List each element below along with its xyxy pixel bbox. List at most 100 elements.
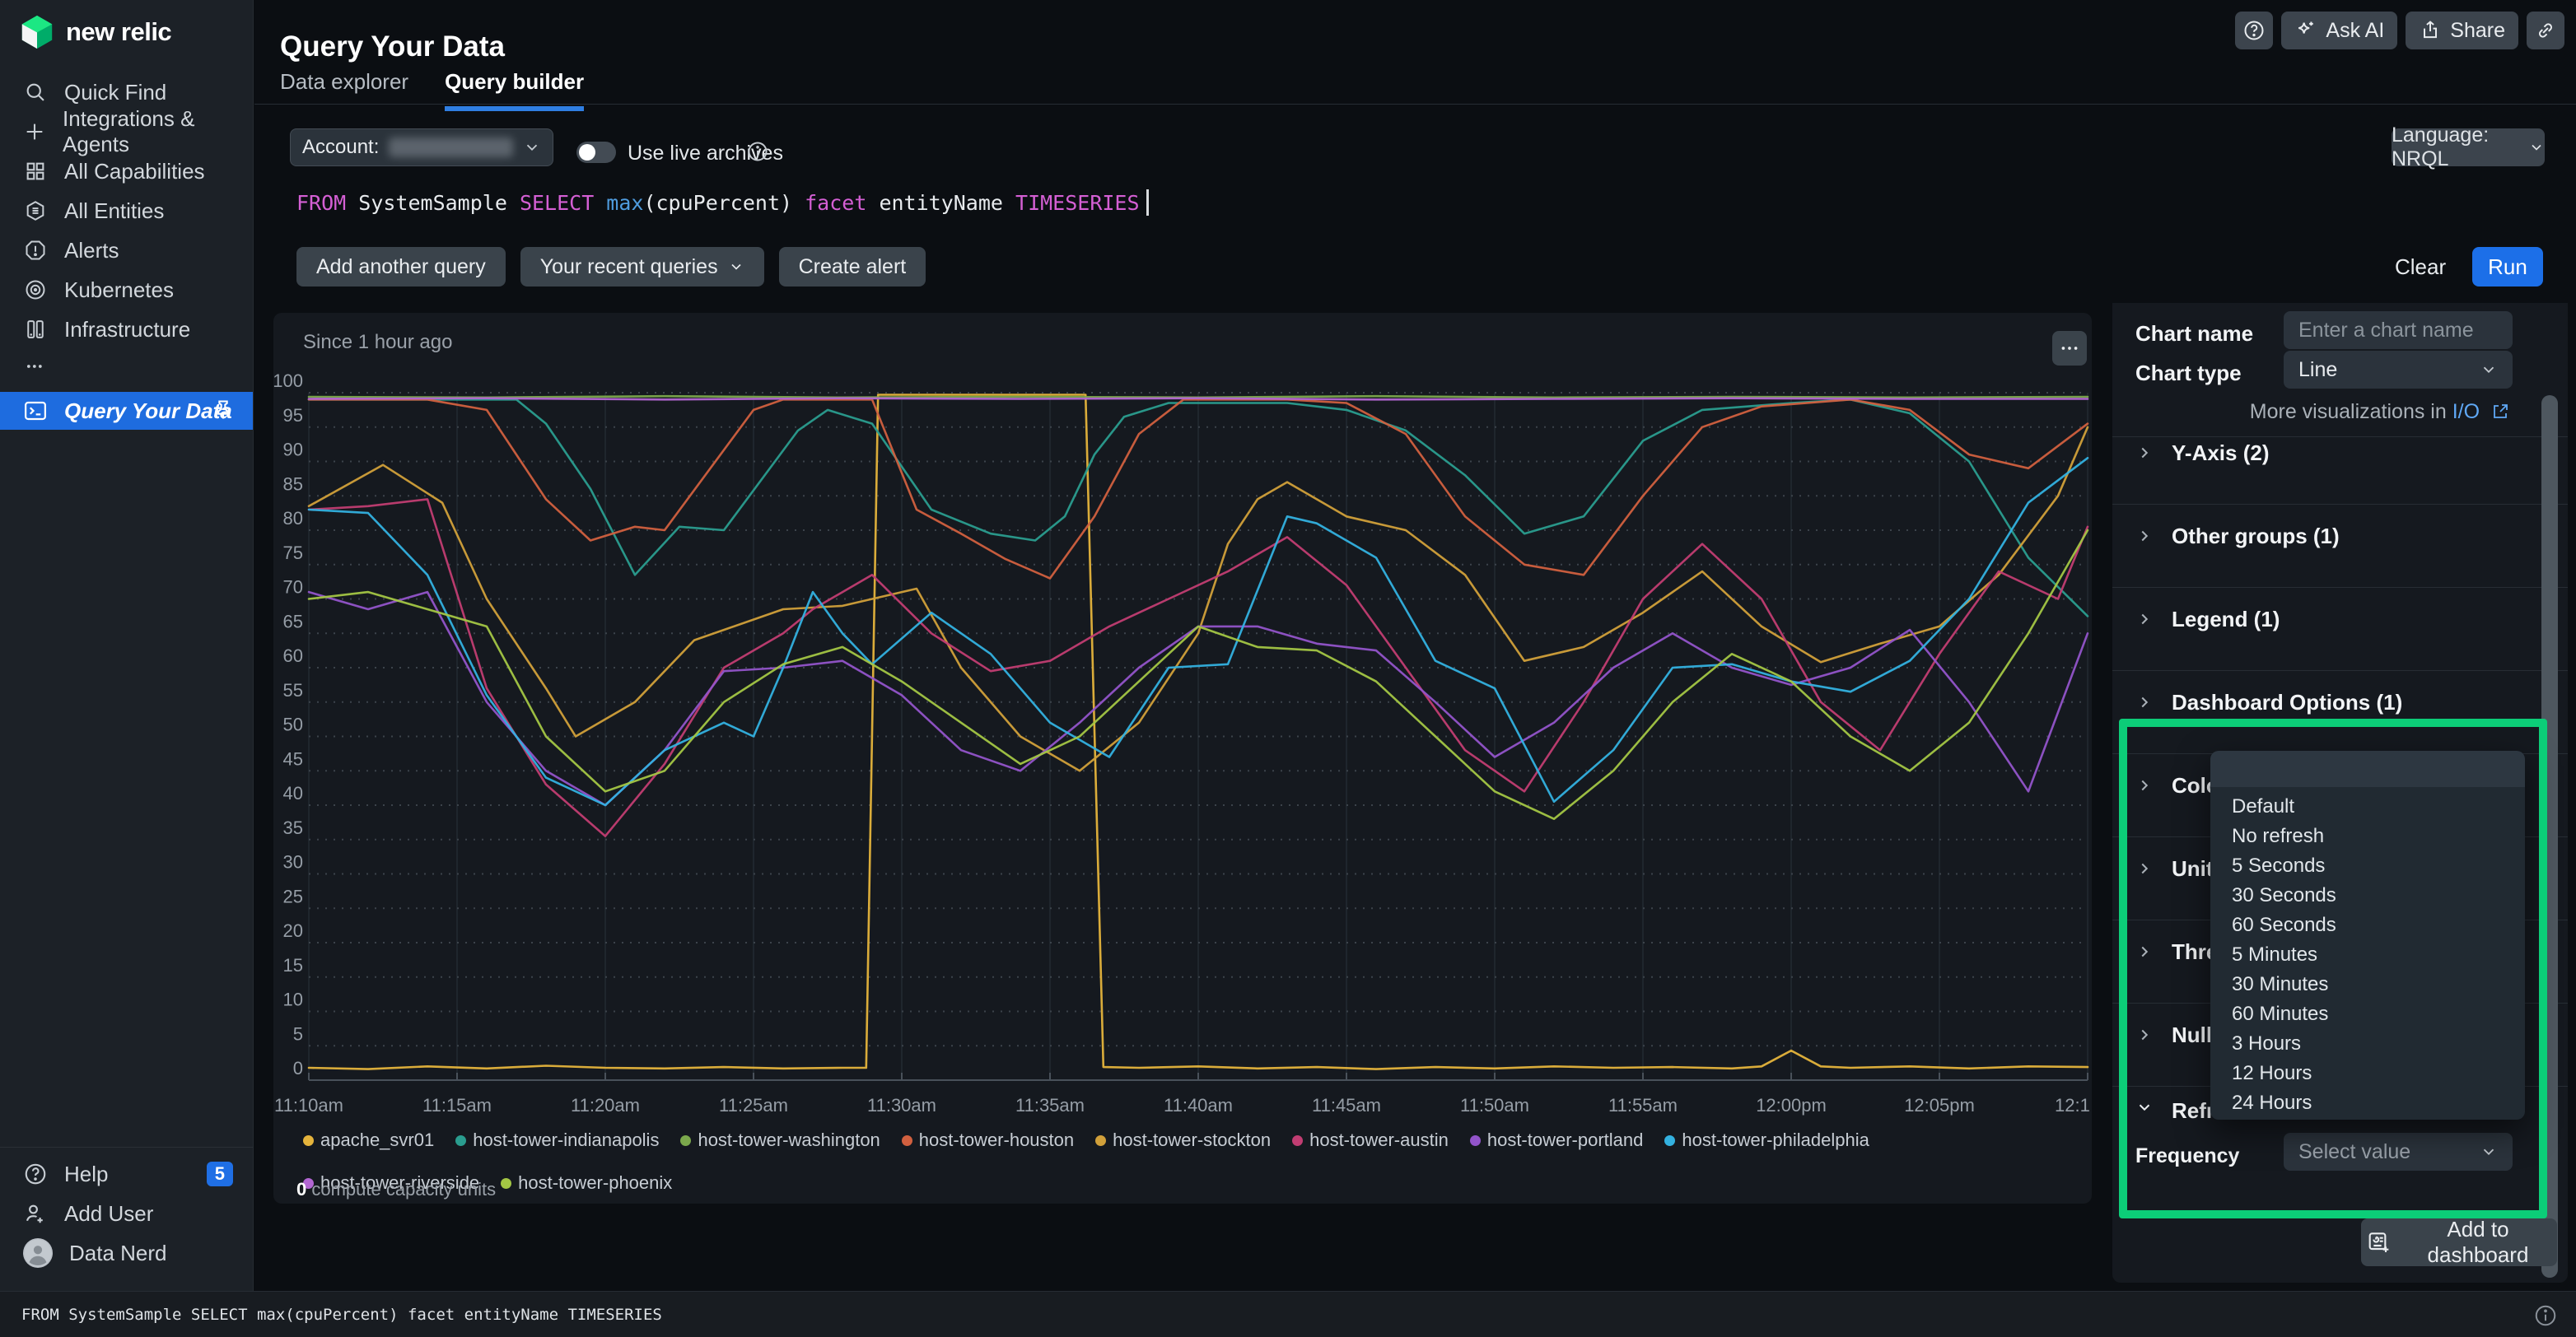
run-button[interactable]: Run xyxy=(2472,247,2543,286)
query-buttons: Add another query Your recent queries Cr… xyxy=(296,247,926,286)
sidebar-item-label: All Entities xyxy=(64,198,165,223)
legend-color-dot xyxy=(1095,1134,1107,1146)
legend-item[interactable]: host-tower-stockton xyxy=(1095,1130,1271,1151)
settings-scrollbar[interactable] xyxy=(2541,395,2558,1278)
dropdown-option[interactable]: No refresh xyxy=(2210,822,2525,851)
recent-queries-button[interactable]: Your recent queries xyxy=(520,247,764,286)
section-legend-1[interactable]: Legend (1) xyxy=(2112,603,2568,687)
sidebar-item-integrations-agents[interactable]: Integrations & Agents xyxy=(0,106,253,156)
terminal-icon xyxy=(23,398,48,423)
sidebar-item-query-your-data[interactable]: Query Your Data xyxy=(0,392,253,430)
frequency-select[interactable]: Select value xyxy=(2284,1133,2513,1171)
sidebar-item-data-nerd[interactable]: Data Nerd xyxy=(0,1233,253,1273)
svg-text:11:15am: 11:15am xyxy=(422,1095,492,1116)
tab-query-builder[interactable]: Query builder xyxy=(445,69,585,111)
tab-data-explorer[interactable]: Data explorer xyxy=(280,69,408,111)
language-label: Language: NRQL xyxy=(2392,123,2490,170)
dropdown-option[interactable]: 60 Seconds xyxy=(2210,911,2525,940)
dropdown-option[interactable]: 60 Minutes xyxy=(2210,999,2525,1029)
section-other-groups-1[interactable]: Other groups (1) xyxy=(2112,520,2568,603)
hex-icon xyxy=(23,198,48,223)
chart-legend: apache_svr01 host-tower-indianapolis host-… xyxy=(303,1130,2065,1194)
dropdown-options: Default No refresh 5 Seconds 30 Seconds 60 S… xyxy=(2210,787,2525,1118)
query-token: entityName xyxy=(879,190,1016,215)
help-button[interactable] xyxy=(2235,12,2274,49)
legend-color-dot xyxy=(901,1134,912,1146)
svg-text:11:40am: 11:40am xyxy=(1164,1095,1233,1116)
dropdown-option[interactable]: 12 Hours xyxy=(2210,1059,2525,1088)
sidebar-item-label: Kubernetes xyxy=(64,277,174,302)
grid-icon xyxy=(23,159,48,184)
dropdown-option[interactable]: 24 Hours xyxy=(2210,1088,2525,1118)
svg-text:80: 80 xyxy=(283,508,303,529)
legend-item[interactable]: host-tower-philadelphia xyxy=(1664,1130,1869,1151)
sidebar-item-infrastructure[interactable]: Infrastructure xyxy=(0,310,253,349)
live-archives-toggle[interactable] xyxy=(576,142,616,163)
chart-type-select[interactable]: Line xyxy=(2284,351,2513,389)
legend-item[interactable]: host-tower-portland xyxy=(1469,1130,1643,1151)
copy-link-button[interactable] xyxy=(2527,12,2564,49)
scrollbar-thumb[interactable] xyxy=(2541,395,2558,1278)
dropdown-option[interactable]: 30 Minutes xyxy=(2210,970,2525,999)
share-label: Share xyxy=(2450,18,2505,42)
share-button[interactable]: Share xyxy=(2406,12,2518,49)
legend-item[interactable]: host-tower-phoenix xyxy=(501,1172,672,1194)
add-another-query-button[interactable]: Add another query xyxy=(296,247,506,286)
sidebar-item-more[interactable] xyxy=(0,349,253,384)
legend-item[interactable]: host-tower-washington xyxy=(680,1130,880,1151)
add-to-dashboard-button[interactable]: Add to dashboard xyxy=(2361,1217,2557,1267)
create-alert-button[interactable]: Create alert xyxy=(778,247,926,286)
external-link-icon[interactable] xyxy=(2490,402,2510,422)
dropdown-option[interactable]: 3 Hours xyxy=(2210,1029,2525,1059)
chart-name-input[interactable] xyxy=(2284,311,2513,349)
legend-item[interactable]: apache_svr01 xyxy=(303,1130,434,1151)
pin-icon[interactable] xyxy=(212,398,235,422)
legend-item[interactable]: host-tower-houston xyxy=(901,1130,1074,1151)
legend-item[interactable]: host-tower-austin xyxy=(1292,1130,1449,1151)
account-select[interactable]: Account: xyxy=(290,128,553,166)
io-link[interactable]: I/O xyxy=(2452,400,2480,423)
sidebar-item-help[interactable]: Help 5 xyxy=(0,1154,253,1194)
svg-text:90: 90 xyxy=(283,440,303,460)
svg-text:40: 40 xyxy=(283,783,303,804)
svg-text:60: 60 xyxy=(283,645,303,666)
header-divider xyxy=(254,104,2576,105)
legend-color-dot xyxy=(455,1134,467,1146)
sidebar-item-all-capabilities[interactable]: All Capabilities xyxy=(0,151,253,191)
dropdown-option[interactable]: 5 Minutes xyxy=(2210,940,2525,970)
dropdown-option[interactable]: 30 Seconds xyxy=(2210,881,2525,911)
query-token: (cpuPercent) xyxy=(643,190,805,215)
sidebar-item-kubernetes[interactable]: Kubernetes xyxy=(0,270,253,310)
sidebar: new relic Quick Find Integrations & Agent… xyxy=(0,0,254,1291)
dropdown-option[interactable]: Default xyxy=(2210,792,2525,822)
ask-ai-label: Ask AI xyxy=(2326,18,2385,42)
frequency-dropdown: Default No refresh 5 Seconds 30 Seconds 60 S… xyxy=(2210,751,2525,1120)
nrql-query-input[interactable]: FROM SystemSample SELECT max(cpuPercent)… xyxy=(296,189,1149,216)
sidebar-item-alerts[interactable]: Alerts xyxy=(0,231,253,270)
svg-text:11:45am: 11:45am xyxy=(1312,1095,1381,1116)
new-relic-logo[interactable]: new relic xyxy=(18,13,172,51)
section-y-axis-2[interactable]: Y-Axis (2) xyxy=(2112,437,2568,520)
dropdown-option[interactable]: 5 Seconds xyxy=(2210,851,2525,881)
sidebar-item-all-entities[interactable]: All Entities xyxy=(0,191,253,231)
new-relic-app: new relic Quick Find Integrations & Agent… xyxy=(0,0,2576,1337)
chevron-right-icon xyxy=(2135,943,2154,961)
svg-text:11:30am: 11:30am xyxy=(867,1095,936,1116)
chart-panel: Since 1 hour ago 0 5 10 15 20 25 30 35 40 45 50 55 6… xyxy=(273,313,2092,1204)
notification-badge: 5 xyxy=(206,1162,233,1186)
account-label: Account: xyxy=(302,136,380,158)
legend-color-dot xyxy=(1292,1134,1304,1146)
ask-ai-button[interactable]: Ask AI xyxy=(2281,12,2398,49)
section-label: Legend (1) xyxy=(2172,607,2280,631)
svg-text:100: 100 xyxy=(273,370,303,391)
search-icon xyxy=(23,80,48,105)
clear-button[interactable]: Clear xyxy=(2387,247,2454,286)
language-select[interactable]: Language: NRQL xyxy=(2392,123,2545,170)
toggle-knob xyxy=(579,144,595,161)
account-name-redacted xyxy=(389,137,513,157)
info-icon[interactable] xyxy=(2533,1303,2558,1328)
legend-item[interactable]: host-tower-indianapolis xyxy=(455,1130,659,1151)
sidebar-item-add-user[interactable]: Add User xyxy=(0,1194,253,1233)
legend-color-dot xyxy=(1664,1134,1676,1146)
info-icon[interactable] xyxy=(746,140,769,163)
